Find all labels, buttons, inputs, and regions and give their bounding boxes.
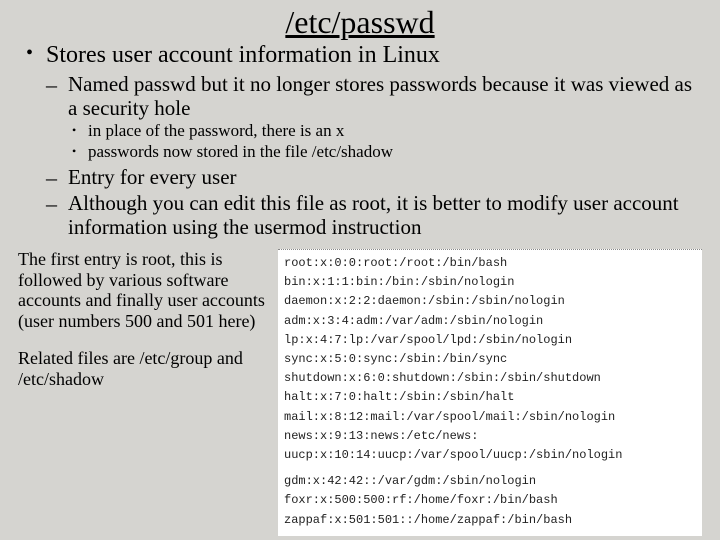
passwd-file-contents: root:x:0:0:root:/root:/bin/bash bin:x:1:… xyxy=(278,249,702,536)
bullet-text: Stores user account information in Linux xyxy=(46,42,440,68)
passwd-line: sync:x:5:0:sync:/sbin:/bin/sync xyxy=(284,350,696,369)
bullet-lvl2: Named passwd but it no longer stores pas… xyxy=(46,72,702,163)
side-note: The first entry is root, this is followe… xyxy=(18,249,268,536)
sub-sub-list: in place of the password, there is an x … xyxy=(72,121,702,163)
bullet-text: Named passwd but it no longer stores pas… xyxy=(68,72,692,120)
passwd-line: zappaf:x:501:501::/home/zappaf:/bin/bash xyxy=(284,511,696,530)
passwd-line: adm:x:3:4:adm:/var/adm:/sbin/nologin xyxy=(284,312,696,331)
passwd-line: mail:x:8:12:mail:/var/spool/mail:/sbin/n… xyxy=(284,408,696,427)
passwd-line: lp:x:4:7:lp:/var/spool/lpd:/sbin/nologin xyxy=(284,331,696,350)
passwd-line: foxr:x:500:500:rf:/home/foxr:/bin/bash xyxy=(284,491,696,510)
note-paragraph: Related files are /etc/group and /etc/sh… xyxy=(18,348,268,389)
bullet-text: Although you can edit this file as root,… xyxy=(68,191,679,239)
bullet-text: in place of the password, there is an x xyxy=(88,121,344,140)
passwd-line: shutdown:x:6:0:shutdown:/sbin:/sbin/shut… xyxy=(284,369,696,388)
passwd-line: halt:x:7:0:halt:/sbin:/sbin/halt xyxy=(284,388,696,407)
slide: /etc/passwd Stores user account informat… xyxy=(0,0,720,540)
passwd-line: root:x:0:0:root:/root:/bin/bash xyxy=(284,254,696,273)
passwd-line: gdm:x:42:42::/var/gdm:/sbin/nologin xyxy=(284,472,696,491)
blank-line xyxy=(284,465,696,472)
bullet-lvl2: Although you can edit this file as root,… xyxy=(46,191,702,239)
bullet-lvl3: in place of the password, there is an x xyxy=(72,121,702,141)
sub-list: Named passwd but it no longer stores pas… xyxy=(46,72,702,239)
bullet-lvl1: Stores user account information in Linux… xyxy=(24,42,702,239)
bullet-list: Stores user account information in Linux… xyxy=(24,42,702,239)
bullet-text: Entry for every user xyxy=(68,165,237,189)
passwd-line: bin:x:1:1:bin:/bin:/sbin/nologin xyxy=(284,273,696,292)
passwd-line: daemon:x:2:2:daemon:/sbin:/sbin/nologin xyxy=(284,292,696,311)
note-paragraph: The first entry is root, this is followe… xyxy=(18,249,268,332)
bullet-lvl2: Entry for every user xyxy=(46,165,702,189)
bullet-text: passwords now stored in the file /etc/sh… xyxy=(88,142,393,161)
slide-title: /etc/passwd xyxy=(18,6,702,38)
bullet-lvl3: passwords now stored in the file /etc/sh… xyxy=(72,142,702,162)
passwd-line: uucp:x:10:14:uucp:/var/spool/uucp:/sbin/… xyxy=(284,446,696,465)
passwd-line: news:x:9:13:news:/etc/news: xyxy=(284,427,696,446)
lower-row: The first entry is root, this is followe… xyxy=(18,249,702,536)
